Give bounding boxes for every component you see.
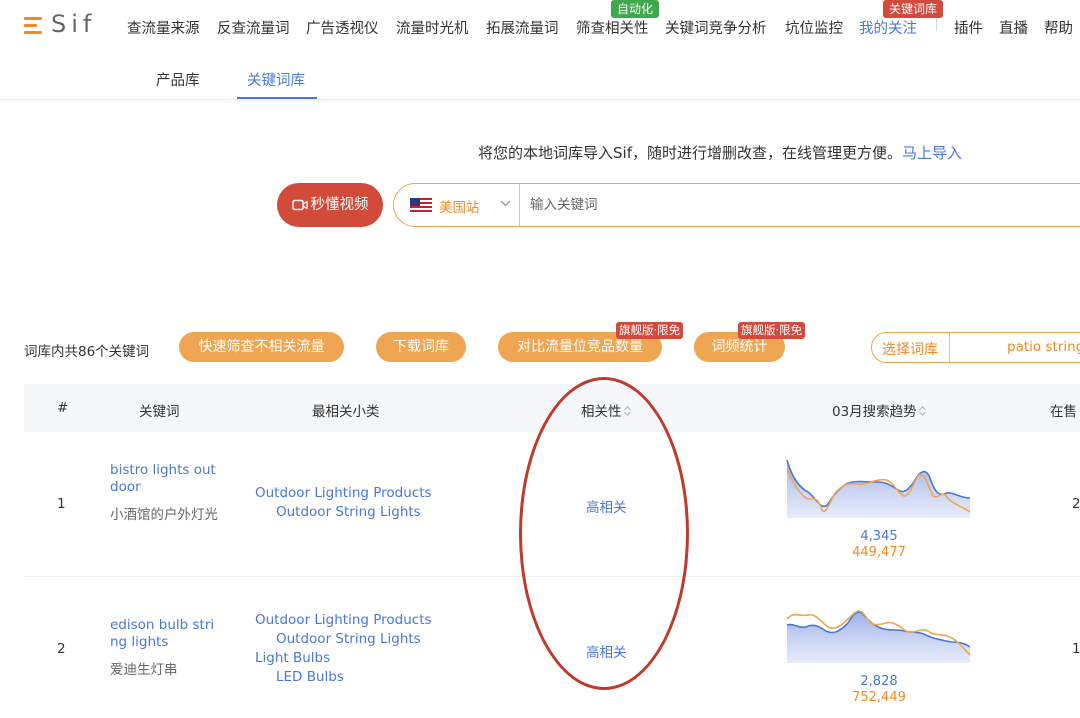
keyword-search-box: 美国站 — [393, 183, 1080, 227]
trend-area — [787, 460, 970, 518]
keyword-count-text: 词库内共86个关键词 — [24, 344, 150, 360]
column-search-trend[interactable]: 03月搜索趋势 — [832, 400, 927, 420]
row-index: 1 — [57, 496, 66, 512]
nav-relevance-screen[interactable]: 筛查相关性 — [576, 17, 649, 38]
trend-value-blue: 2,828 — [860, 674, 898, 689]
keyword-translation: 小酒馆的户外灯光 — [110, 507, 218, 523]
on-sale-count: 1 — [1072, 641, 1080, 657]
category-parent-link[interactable]: Outdoor Lighting Products — [255, 611, 432, 630]
nav-traffic-time-machine[interactable]: 流量时光机 — [396, 17, 469, 38]
quick-filter-irrelevant-button[interactable]: 快速筛查不相关流量 — [179, 332, 344, 362]
nav-my-follows[interactable]: 我的关注 — [859, 17, 917, 38]
category-child-link[interactable]: Outdoor String Lights — [276, 630, 421, 649]
keyword-link[interactable]: edison bulb string lights — [110, 617, 216, 651]
nav-keyword-competition[interactable]: 关键词竞争分析 — [665, 17, 767, 38]
site-label: 美国站 — [439, 200, 480, 216]
nav-plugin[interactable]: 插件 — [954, 17, 983, 38]
import-now-link[interactable]: 马上导入 — [902, 144, 962, 162]
annotation-ellipse — [519, 377, 689, 690]
premium-free-tag: 旗舰版·限免 — [738, 322, 806, 339]
nav-slot-monitor[interactable]: 坑位监控 — [785, 17, 843, 38]
category-parent-link[interactable]: Light Bulbs — [255, 649, 330, 668]
download-library-button[interactable]: 下载词库 — [376, 332, 466, 362]
library-selector[interactable]: 选择词库 patio string — [871, 332, 1080, 363]
active-tab-indicator — [237, 97, 317, 99]
automation-badge: 自动化 — [611, 0, 660, 18]
library-selector-label: 选择词库 — [882, 342, 938, 358]
trend-value-orange: 752,449 — [852, 690, 906, 705]
column-index: # — [57, 400, 69, 416]
on-sale-count: 2 — [1072, 496, 1080, 512]
keyword-input[interactable] — [530, 192, 1030, 218]
import-prompt: 将您的本地词库导入Sif，随时进行增删改查，在线管理更方便。马上导入 — [478, 142, 962, 163]
search-trend-sparkline[interactable] — [786, 456, 974, 522]
keyword-library-badge: 关键词库 — [883, 0, 944, 18]
video-tutorial-button[interactable]: 秒懂视频 — [277, 183, 383, 227]
site-selector[interactable]: 美国站 — [394, 184, 520, 226]
search-trend-sparkline[interactable] — [786, 601, 974, 667]
row-index: 2 — [57, 641, 66, 657]
nav-ad-insight[interactable]: 广告透视仪 — [306, 17, 379, 38]
category-parent-link[interactable]: Outdoor Lighting Products — [255, 484, 432, 503]
sub-tabs: 产品库 关键词库 — [0, 52, 1080, 100]
nav-help[interactable]: 帮助 — [1044, 17, 1073, 38]
video-button-label: 秒懂视频 — [310, 197, 369, 213]
menu-bars-icon — [24, 17, 42, 38]
keyword-translation: 爱迪生灯串 — [110, 662, 178, 678]
video-camera-icon — [291, 199, 308, 211]
nav-live[interactable]: 直播 — [999, 17, 1028, 38]
column-keyword: 关键词 — [139, 404, 180, 420]
logo-text: Sif — [51, 10, 97, 38]
keyword-link[interactable]: bistro lights outdoor — [110, 462, 216, 496]
tab-product-library[interactable]: 产品库 — [156, 69, 200, 90]
sort-icon — [918, 405, 926, 417]
column-top-category: 最相关小类 — [312, 404, 380, 420]
library-selector-value: patio string — [1007, 339, 1080, 355]
nav-divider — [936, 19, 937, 31]
sif-logo[interactable]: Sif — [24, 10, 104, 39]
column-search-trend-label: 03月搜索趋势 — [832, 404, 917, 420]
category-child-link[interactable]: LED Bulbs — [276, 668, 344, 687]
nav-reverse-traffic-words[interactable]: 反查流量词 — [217, 17, 290, 38]
import-prompt-text: 将您的本地词库导入Sif，随时进行增删改查，在线管理更方便。 — [478, 144, 902, 162]
trend-value-orange: 449,477 — [852, 545, 906, 560]
tab-keyword-library[interactable]: 关键词库 — [247, 69, 305, 90]
category-child-link[interactable]: Outdoor String Lights — [276, 503, 421, 522]
top-navigation: Sif 查流量来源 反查流量词 广告透视仪 流量时光机 拓展流量词 筛查相关性 … — [0, 0, 1080, 52]
library-selector-divider — [949, 333, 950, 362]
nav-expand-traffic-words[interactable]: 拓展流量词 — [486, 17, 559, 38]
column-on-sale: 在售 — [1050, 404, 1077, 420]
premium-free-tag: 旗舰版·限免 — [616, 322, 684, 339]
chevron-down-icon — [500, 200, 511, 207]
trend-value-blue: 4,345 — [860, 529, 898, 544]
us-flag-icon — [410, 198, 432, 212]
trend-area — [787, 612, 970, 663]
nav-traffic-source[interactable]: 查流量来源 — [127, 17, 200, 38]
